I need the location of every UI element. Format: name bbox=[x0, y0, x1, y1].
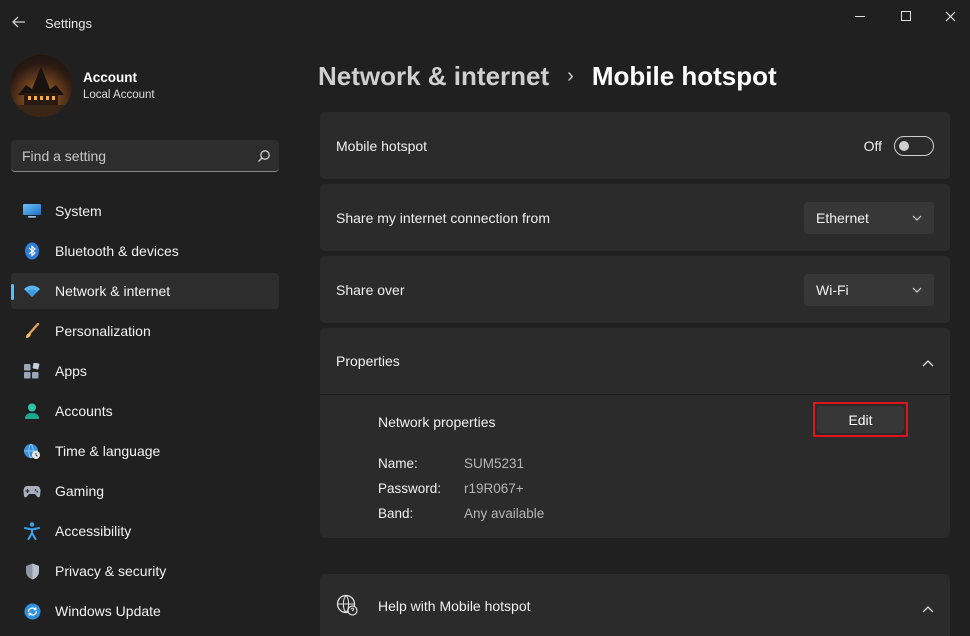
properties-header[interactable]: Properties bbox=[320, 328, 950, 395]
sidebar-item-windows-update[interactable]: Windows Update bbox=[11, 593, 279, 629]
share-from-dropdown[interactable]: Ethernet bbox=[804, 201, 934, 234]
minimize-button[interactable] bbox=[838, 4, 882, 28]
share-over-label: Share over bbox=[336, 281, 405, 298]
share-over-value: Wi-Fi bbox=[816, 281, 849, 298]
sidebar-item-label: Accounts bbox=[55, 403, 113, 419]
minimize-icon bbox=[855, 15, 865, 17]
apps-icon bbox=[22, 361, 42, 381]
sidebar-item-gaming[interactable]: Gaming bbox=[11, 473, 279, 509]
close-button[interactable] bbox=[928, 4, 970, 28]
gamepad-icon bbox=[22, 481, 42, 501]
sidebar-item-apps[interactable]: Apps bbox=[11, 353, 279, 389]
share-over-dropdown[interactable]: Wi-Fi bbox=[804, 273, 934, 306]
edit-button[interactable]: Edit bbox=[817, 406, 904, 433]
help-label: Help with Mobile hotspot bbox=[378, 598, 531, 614]
chevron-down-icon bbox=[912, 215, 922, 221]
maximize-icon bbox=[901, 11, 911, 21]
property-key: Name: bbox=[378, 456, 418, 471]
brush-icon bbox=[22, 321, 42, 341]
mobile-hotspot-toggle-group[interactable]: Off bbox=[863, 135, 934, 156]
person-icon bbox=[22, 401, 42, 421]
sidebar-item-network[interactable]: Network & internet bbox=[11, 273, 279, 309]
sidebar-item-label: Apps bbox=[55, 363, 87, 379]
system-icon bbox=[22, 201, 42, 221]
app-title: Settings bbox=[45, 16, 92, 31]
property-row-password: Password: r19R067+ bbox=[378, 481, 524, 501]
back-arrow-icon bbox=[12, 16, 25, 28]
share-from-card: Share my internet connection from Ethern… bbox=[320, 184, 950, 251]
account-type: Local Account bbox=[83, 89, 155, 101]
edit-highlight-box: Edit bbox=[813, 402, 908, 437]
sidebar-item-label: Windows Update bbox=[55, 603, 161, 619]
sidebar-item-accounts[interactable]: Accounts bbox=[11, 393, 279, 429]
mobile-hotspot-toggle[interactable] bbox=[894, 135, 934, 156]
sidebar-nav: System Bluetooth & devices Network & int… bbox=[11, 193, 279, 633]
mobile-hotspot-card: Mobile hotspot Off bbox=[320, 112, 950, 179]
wifi-icon bbox=[22, 281, 42, 301]
breadcrumb-parent[interactable]: Network & internet bbox=[318, 61, 549, 92]
sidebar-item-label: Time & language bbox=[55, 443, 161, 459]
property-row-name: Name: SUM5231 bbox=[378, 456, 524, 476]
close-icon bbox=[945, 11, 955, 21]
bluetooth-icon bbox=[22, 241, 42, 261]
sidebar-item-label: Bluetooth & devices bbox=[55, 243, 179, 259]
sidebar-item-bluetooth[interactable]: Bluetooth & devices bbox=[11, 233, 279, 269]
sidebar-item-label: Gaming bbox=[55, 483, 105, 499]
page-title: Mobile hotspot bbox=[591, 60, 777, 91]
chevron-up-icon[interactable] bbox=[922, 354, 934, 372]
breadcrumb-separator: › bbox=[567, 64, 574, 87]
share-from-label: Share my internet connection from bbox=[336, 209, 550, 226]
avatar-image bbox=[10, 67, 72, 117]
mobile-hotspot-label: Mobile hotspot bbox=[336, 137, 428, 154]
sidebar-item-label: Privacy & security bbox=[55, 563, 167, 579]
property-value: SUM5231 bbox=[464, 456, 525, 471]
properties-card: Properties Network properties Edit Name:… bbox=[320, 328, 950, 538]
chevron-down-icon bbox=[912, 287, 922, 293]
sidebar-item-label: Personalization bbox=[55, 323, 151, 339]
sidebar-item-label: System bbox=[55, 203, 102, 219]
share-over-card: Share over Wi-Fi bbox=[320, 256, 950, 323]
share-from-value: Ethernet bbox=[816, 209, 869, 226]
globe-clock-icon bbox=[22, 441, 42, 461]
account-header[interactable]: Account Local Account bbox=[10, 55, 155, 117]
sidebar-item-label: Accessibility bbox=[55, 523, 132, 539]
toggle-state-label: Off bbox=[863, 137, 882, 154]
sidebar-item-time-language[interactable]: Time & language bbox=[11, 433, 279, 469]
title-bar: Settings bbox=[0, 0, 970, 46]
search-box[interactable] bbox=[11, 140, 279, 172]
account-name: Account bbox=[83, 70, 137, 85]
network-properties-label: Network properties bbox=[378, 414, 496, 430]
back-button[interactable] bbox=[8, 10, 30, 34]
search-input[interactable] bbox=[11, 147, 249, 164]
sidebar-item-accessibility[interactable]: Accessibility bbox=[11, 513, 279, 549]
property-value: r19R067+ bbox=[464, 481, 524, 496]
property-row-band: Band: Any available bbox=[378, 506, 544, 526]
help-card[interactable]: Help with Mobile hotspot bbox=[320, 574, 950, 636]
update-icon bbox=[22, 601, 42, 621]
search-icon[interactable] bbox=[249, 149, 279, 163]
accessibility-icon bbox=[22, 521, 42, 541]
maximize-button[interactable] bbox=[884, 4, 928, 28]
sidebar-item-privacy[interactable]: Privacy & security bbox=[11, 553, 279, 589]
toggle-knob bbox=[899, 140, 909, 151]
globe-help-icon bbox=[336, 594, 358, 621]
breadcrumb: Network & internet › Mobile hotspot bbox=[318, 58, 777, 94]
properties-title: Properties bbox=[336, 353, 400, 369]
property-value: Any available bbox=[464, 506, 545, 521]
sidebar-item-personalization[interactable]: Personalization bbox=[11, 313, 279, 349]
property-key: Password: bbox=[378, 481, 442, 496]
avatar bbox=[10, 55, 72, 117]
sidebar-item-label: Network & internet bbox=[55, 283, 171, 299]
shield-icon bbox=[22, 561, 42, 581]
chevron-up-icon[interactable] bbox=[922, 600, 934, 618]
sidebar-item-system[interactable]: System bbox=[11, 193, 279, 229]
property-key: Band: bbox=[378, 506, 414, 521]
